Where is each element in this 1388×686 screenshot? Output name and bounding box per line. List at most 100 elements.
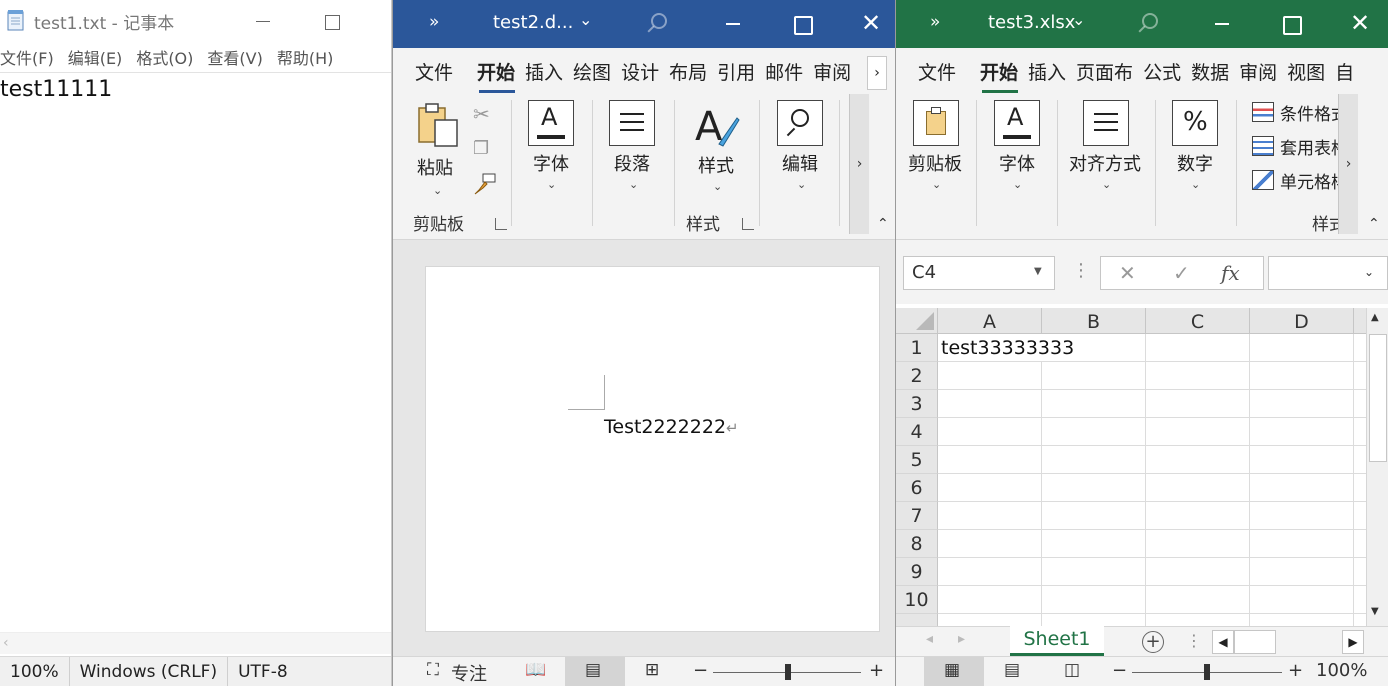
quick-access-chevron-icon[interactable]: » (930, 12, 940, 32)
tab-insert[interactable]: 插入 (1024, 58, 1070, 85)
scroll-down-icon[interactable]: ▼ (1371, 606, 1379, 617)
notepad-maximize-button[interactable] (320, 4, 346, 36)
row-header[interactable]: 2 (896, 362, 938, 390)
format-painter-icon[interactable] (473, 172, 497, 196)
cell-b5[interactable] (1042, 446, 1146, 474)
zoom-slider-thumb[interactable] (785, 664, 791, 680)
sheet-tab[interactable]: Sheet1 (1010, 626, 1104, 656)
zoom-level[interactable]: 100% (1316, 660, 1367, 681)
title-dropdown-icon[interactable]: ⌄ (579, 10, 592, 29)
cell-a11[interactable] (938, 614, 1042, 626)
cell-a1[interactable]: test33333333 (938, 334, 1074, 362)
zoom-in-icon[interactable]: + (869, 660, 884, 681)
number-dropdown-icon[interactable]: ⌄ (1191, 178, 1200, 191)
cell-e8[interactable] (1354, 530, 1366, 558)
cell-d6[interactable] (1250, 474, 1354, 502)
editing-label[interactable]: 编辑 (782, 150, 818, 176)
collapse-ribbon-icon[interactable]: ⌃ (1368, 216, 1380, 232)
cancel-icon[interactable]: ✕ (1119, 261, 1136, 285)
tab-insert[interactable]: 插入 (521, 58, 567, 85)
tab-file[interactable]: 文件 (411, 58, 457, 85)
zoom-out-icon[interactable]: − (1112, 660, 1127, 681)
cell-styles-icon[interactable] (1252, 170, 1274, 190)
cell-c8[interactable] (1146, 530, 1250, 558)
clipboard-label[interactable]: 剪贴板 (908, 150, 962, 176)
cell-e11[interactable] (1354, 614, 1366, 626)
select-all-button[interactable] (896, 308, 938, 334)
cell-e3[interactable] (1354, 390, 1366, 418)
scroll-up-icon[interactable]: ▲ (1371, 312, 1379, 323)
cell-e9[interactable] (1354, 558, 1366, 586)
alignment-label[interactable]: 对齐方式 (1069, 150, 1141, 176)
font-dropdown-icon[interactable]: ⌄ (1013, 178, 1022, 191)
cell-b8[interactable] (1042, 530, 1146, 558)
horizontal-scroll-thumb[interactable] (1234, 630, 1276, 654)
cell-a3[interactable] (938, 390, 1042, 418)
document-text[interactable]: Test2222222↵ (604, 416, 739, 438)
cell-c4[interactable] (1146, 418, 1250, 446)
normal-view-icon[interactable]: ▦ (944, 660, 960, 680)
cell-c11[interactable] (1146, 614, 1250, 626)
column-header-d[interactable]: D (1250, 308, 1354, 334)
cell-d1[interactable] (1250, 334, 1354, 362)
font-icon[interactable]: A (994, 100, 1040, 146)
paste-label[interactable]: 粘贴 (417, 154, 453, 180)
tab-review[interactable]: 审阅 (809, 58, 855, 85)
tab-mailings[interactable]: 邮件 (761, 58, 807, 85)
cell-c6[interactable] (1146, 474, 1250, 502)
cell-c1[interactable] (1146, 334, 1250, 362)
search-icon[interactable] (1136, 11, 1160, 35)
cell-d7[interactable] (1250, 502, 1354, 530)
cell-c5[interactable] (1146, 446, 1250, 474)
focus-icon[interactable]: ⛶ (427, 660, 439, 680)
font-label[interactable]: 字体 (999, 150, 1035, 176)
word-titlebar[interactable]: » test2.d... ⌄ ✕ (393, 0, 895, 48)
tab-layout[interactable]: 布局 (665, 58, 711, 85)
notepad-horizontal-scrollbar[interactable]: ‹ (0, 632, 391, 654)
cell-a10[interactable] (938, 586, 1042, 614)
search-icon[interactable] (645, 11, 669, 35)
cell-d2[interactable] (1250, 362, 1354, 390)
column-header-a[interactable]: A (938, 308, 1042, 334)
row-header[interactable] (896, 614, 938, 626)
insert-function-icon[interactable]: fx (1221, 261, 1240, 285)
page-break-preview-icon[interactable]: ◫ (1064, 660, 1080, 680)
ribbon-scroll-right-button[interactable]: › (1338, 94, 1358, 234)
cell-c9[interactable] (1146, 558, 1250, 586)
collapse-ribbon-icon[interactable]: ⌃ (877, 216, 889, 232)
tab-formulas[interactable]: 公式 (1139, 58, 1185, 85)
tab-home[interactable]: 开始 (473, 58, 519, 93)
word-close-button[interactable]: ✕ (858, 8, 884, 38)
zoom-slider-thumb[interactable] (1204, 664, 1210, 680)
vertical-scrollbar[interactable]: ▲ ▼ (1366, 308, 1388, 626)
excel-maximize-button[interactable] (1278, 10, 1304, 38)
tab-draw[interactable]: 绘图 (569, 58, 615, 85)
paste-icon[interactable] (415, 100, 463, 152)
cell-e7[interactable] (1354, 502, 1366, 530)
cell-b6[interactable] (1042, 474, 1146, 502)
cell-a7[interactable] (938, 502, 1042, 530)
styles-launcher-icon[interactable] (742, 218, 754, 230)
row-header[interactable]: 4 (896, 418, 938, 446)
paragraph-dropdown-icon[interactable]: ⌄ (629, 178, 638, 191)
tab-references[interactable]: 引用 (713, 58, 759, 85)
tab-automate[interactable]: 自 (1331, 58, 1358, 85)
expand-formula-bar-icon[interactable]: ⌄ (1364, 265, 1374, 279)
clipboard-icon[interactable] (913, 100, 959, 146)
cell-e1[interactable] (1354, 334, 1366, 362)
styles-icon[interactable]: A (693, 100, 741, 150)
add-sheet-icon[interactable]: + (1142, 631, 1164, 653)
cell-d11[interactable] (1250, 614, 1354, 626)
font-icon[interactable]: A (528, 100, 574, 146)
number-format-icon[interactable]: % (1172, 100, 1218, 146)
menu-view[interactable]: 查看(V) (207, 43, 262, 71)
row-header[interactable]: 5 (896, 446, 938, 474)
name-box-dropdown-icon[interactable]: ▼ (1034, 266, 1042, 277)
excel-minimize-button[interactable] (1209, 10, 1235, 38)
cell-a6[interactable] (938, 474, 1042, 502)
format-as-table-icon[interactable] (1252, 136, 1274, 156)
tab-review[interactable]: 审阅 (1235, 58, 1281, 85)
tab-home[interactable]: 开始 (976, 58, 1022, 93)
tab-page-layout[interactable]: 页面布 (1072, 58, 1137, 85)
row-header[interactable]: 10 (896, 586, 938, 614)
